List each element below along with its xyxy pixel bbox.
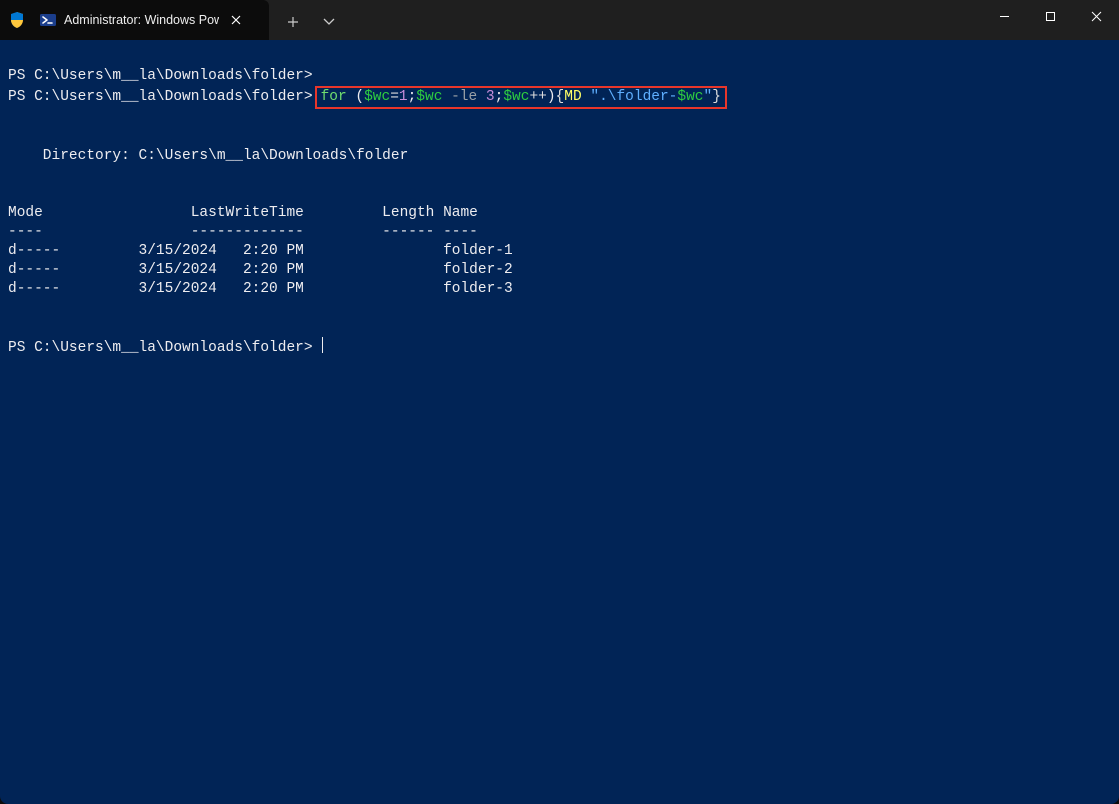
table-row: d----- 3/15/2024 2:20 PM folder-2: [8, 262, 513, 278]
powershell-icon: [40, 12, 56, 28]
prompt-line-1: PS C:\Users\m__la\Downloads\folder>: [8, 68, 313, 84]
terminal-body[interactable]: PS C:\Users\m__la\Downloads\folder> PS C…: [0, 40, 1119, 804]
minimize-button[interactable]: [981, 0, 1027, 32]
new-tab-button[interactable]: [275, 6, 311, 38]
table-row: d----- 3/15/2024 2:20 PM folder-3: [8, 281, 513, 297]
tab-title: Administrator: Windows Powe: [64, 13, 219, 27]
tab-close-icon[interactable]: [227, 11, 245, 29]
directory-header: Directory: C:\Users\m__la\Downloads\fold…: [8, 148, 408, 164]
highlighted-command: for ($wc=1;$wc -le 3;$wc++){MD ".\folder…: [315, 86, 727, 109]
close-button[interactable]: [1073, 0, 1119, 32]
cursor: [322, 337, 323, 353]
prompt-line-3: PS C:\Users\m__la\Downloads\folder>: [8, 340, 313, 356]
table-header: Mode LastWriteTime Length Name: [8, 205, 478, 221]
window-controls: [981, 0, 1119, 40]
kw-for: for: [321, 89, 347, 105]
table-row: d----- 3/15/2024 2:20 PM folder-1: [8, 243, 513, 259]
prompt-line-2: PS C:\Users\m__la\Downloads\folder>: [8, 89, 313, 105]
uac-shield-icon: [0, 0, 34, 40]
tab-active[interactable]: Administrator: Windows Powe: [34, 0, 269, 40]
maximize-button[interactable]: [1027, 0, 1073, 32]
titlebar: Administrator: Windows Powe: [0, 0, 1119, 40]
table-separator: ---- ------------- ------ ----: [8, 224, 478, 240]
tab-dropdown-button[interactable]: [311, 6, 347, 38]
tab-actions: [269, 0, 347, 40]
